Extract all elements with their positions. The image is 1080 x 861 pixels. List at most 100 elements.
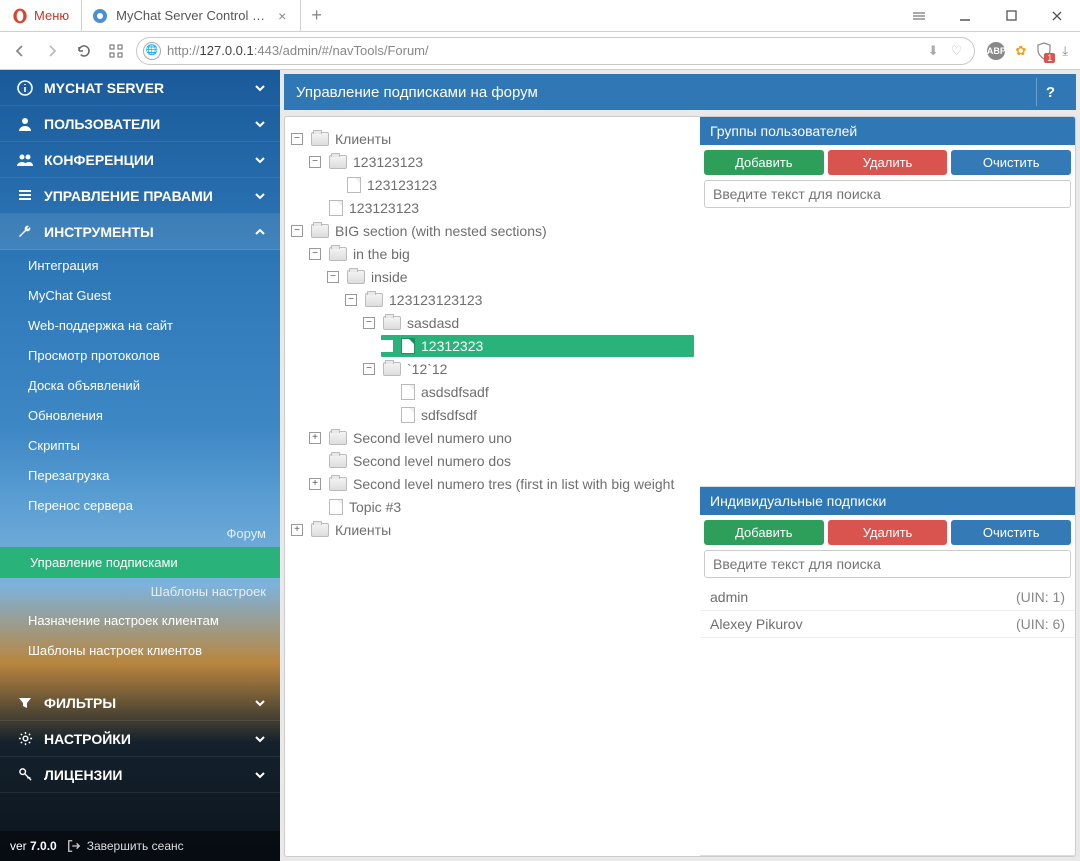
individual-clear-button[interactable]: Очистить	[951, 520, 1071, 545]
file-icon	[347, 177, 361, 193]
tree-toggle[interactable]: −	[309, 156, 321, 168]
groups-clear-button[interactable]: Очистить	[951, 150, 1071, 175]
file-icon	[401, 384, 415, 400]
tree-folder[interactable]: −123123123123	[345, 289, 694, 311]
minimize-button[interactable]	[942, 0, 988, 31]
download-arrow-icon[interactable]: ⬇	[928, 43, 939, 59]
sidebar-forum-header[interactable]: Форум	[0, 520, 280, 547]
tree-toggle[interactable]: −	[309, 248, 321, 260]
nav-управление-правами[interactable]: УПРАВЛЕНИЕ ПРАВАМИ	[0, 178, 280, 214]
tree-folder[interactable]: −inside	[327, 266, 694, 288]
window-options-icon[interactable]	[896, 0, 942, 31]
tree-folder[interactable]: +Second level numero uno	[309, 427, 694, 449]
tree-file[interactable]: asdsdfsadf	[381, 381, 694, 403]
nav-конференции[interactable]: КОНФЕРЕНЦИИ	[0, 142, 280, 178]
tree-folder[interactable]: −BIG section (with nested sections)	[291, 220, 694, 242]
close-button[interactable]	[1034, 0, 1080, 31]
sidebar-item-скрипты[interactable]: Скрипты	[0, 430, 280, 460]
sidebar-item-интеграция[interactable]: Интеграция	[0, 250, 280, 280]
list-item[interactable]: admin(UIN: 1)	[700, 584, 1075, 611]
sidebar: MYCHAT SERVERПОЛЬЗОВАТЕЛИКОНФЕРЕНЦИИУПРА…	[0, 70, 280, 861]
sidebar-item-доска-объявлений[interactable]: Доска объявлений	[0, 370, 280, 400]
individual-delete-button[interactable]: Удалить	[828, 520, 948, 545]
forum-tree[interactable]: −Клиенты−123123123123123123123123123−BIG…	[285, 117, 700, 856]
downloads-icon[interactable]: ⤓	[1062, 43, 1068, 59]
extension-icon[interactable]: ✿	[1015, 43, 1026, 59]
tree-label: 123123123	[353, 154, 423, 170]
logout-button[interactable]: Завершить сеанс	[67, 839, 184, 853]
tree-toggle[interactable]: −	[363, 363, 375, 375]
shield-icon[interactable]: 1	[1036, 42, 1052, 60]
tree-file[interactable]: 123123123	[309, 197, 694, 219]
tree-folder[interactable]: +Second level numero tres (first in list…	[309, 473, 694, 495]
list-item[interactable]: Alexey Pikurov(UIN: 6)	[700, 611, 1075, 638]
individual-search-input[interactable]	[704, 550, 1071, 578]
tree-file[interactable]: 12312323	[381, 335, 694, 357]
tree-toggle[interactable]	[309, 455, 321, 467]
folder-icon	[329, 477, 347, 491]
page-title: Управление подписками на форум	[296, 84, 538, 101]
adblock-icon[interactable]: ABP	[987, 42, 1005, 60]
window-titlebar: Меню MyChat Server Control Pan × +	[0, 0, 1080, 32]
nav-mychat-server[interactable]: MYCHAT SERVER	[0, 70, 280, 106]
tree-toggle[interactable]: +	[309, 478, 321, 490]
nav-инструменты[interactable]: ИНСТРУМЕНТЫ	[0, 214, 280, 250]
sidebar-item-web-поддержка-на-сайт[interactable]: Web-поддержка на сайт	[0, 310, 280, 340]
tree-toggle[interactable]: −	[291, 133, 303, 145]
folder-icon	[329, 247, 347, 261]
tree-file[interactable]: Topic #3	[309, 496, 694, 518]
tree-toggle[interactable]: +	[291, 524, 303, 536]
browser-menu-button[interactable]: Меню	[0, 8, 81, 24]
heart-icon[interactable]: ♡	[951, 43, 963, 59]
tree-file[interactable]: sdfsdfsdf	[381, 404, 694, 426]
sidebar-item-mychat-guest[interactable]: MyChat Guest	[0, 280, 280, 310]
tree-label: Topic #3	[349, 499, 401, 515]
sidebar-item-перенос-сервера[interactable]: Перенос сервера	[0, 490, 280, 520]
tree-folder[interactable]: −sasdasd	[363, 312, 694, 334]
sidebar-item-просмотр-протоколов[interactable]: Просмотр протоколов	[0, 340, 280, 370]
sidebar-forum-manage-subscriptions[interactable]: Управление подписками	[0, 547, 280, 578]
tree-folder[interactable]: − 123123123	[309, 151, 694, 173]
sidebar-item-перезагрузка[interactable]: Перезагрузка	[0, 460, 280, 490]
logout-icon	[67, 839, 81, 853]
help-button[interactable]: ?	[1036, 78, 1064, 106]
user-name: Alexey Pikurov	[710, 616, 803, 632]
sidebar-item-шаблоны-настроек-клиентов[interactable]: Шаблоны настроек клиентов	[0, 635, 280, 665]
tree-folder[interactable]: +Клиенты	[291, 519, 694, 541]
tree-toggle[interactable]: −	[327, 271, 339, 283]
tree-folder[interactable]: −in the big	[309, 243, 694, 265]
back-button[interactable]	[8, 39, 32, 63]
tree-toggle[interactable]: −	[345, 294, 357, 306]
speed-dial-button[interactable]	[104, 39, 128, 63]
tree-file[interactable]: 123123123	[327, 174, 694, 196]
reload-button[interactable]	[72, 39, 96, 63]
nav-пользователи[interactable]: ПОЛЬЗОВАТЕЛИ	[0, 106, 280, 142]
tab-close-button[interactable]: ×	[274, 8, 290, 24]
maximize-button[interactable]	[988, 0, 1034, 31]
folder-icon	[383, 316, 401, 330]
folder-icon	[365, 293, 383, 307]
address-bar[interactable]: 🌐 http://127.0.0.1:443/admin/#/navTools/…	[136, 37, 975, 65]
groups-delete-button[interactable]: Удалить	[828, 150, 948, 175]
tree-folder[interactable]: Second level numero dos	[309, 450, 694, 472]
sidebar-item-обновления[interactable]: Обновления	[0, 400, 280, 430]
individual-add-button[interactable]: Добавить	[704, 520, 824, 545]
nav-фильтры[interactable]: ФИЛЬТРЫ	[0, 685, 280, 721]
tree-folder[interactable]: −Клиенты	[291, 128, 694, 150]
browser-tab[interactable]: MyChat Server Control Pan ×	[81, 0, 301, 31]
sidebar-footer: ver 7.0.0 Завершить сеанс	[0, 831, 280, 861]
filter-icon	[14, 696, 36, 710]
tree-toggle[interactable]: −	[363, 317, 375, 329]
forward-button[interactable]	[40, 39, 64, 63]
groups-add-button[interactable]: Добавить	[704, 150, 824, 175]
new-tab-button[interactable]: +	[301, 5, 332, 26]
tree-toggle[interactable]: +	[309, 432, 321, 444]
tree-folder[interactable]: −`12`12	[363, 358, 694, 380]
groups-search-input[interactable]	[704, 180, 1071, 208]
sidebar-forum-templates[interactable]: Шаблоны настроек	[0, 578, 280, 605]
nav-настройки[interactable]: НАСТРОЙКИ	[0, 721, 280, 757]
nav-лицензии[interactable]: ЛИЦЕНЗИИ	[0, 757, 280, 793]
tree-toggle[interactable]: −	[291, 225, 303, 237]
sidebar-item-назначение-настроек-клиентам[interactable]: Назначение настроек клиентам	[0, 605, 280, 635]
folder-icon	[311, 132, 329, 146]
